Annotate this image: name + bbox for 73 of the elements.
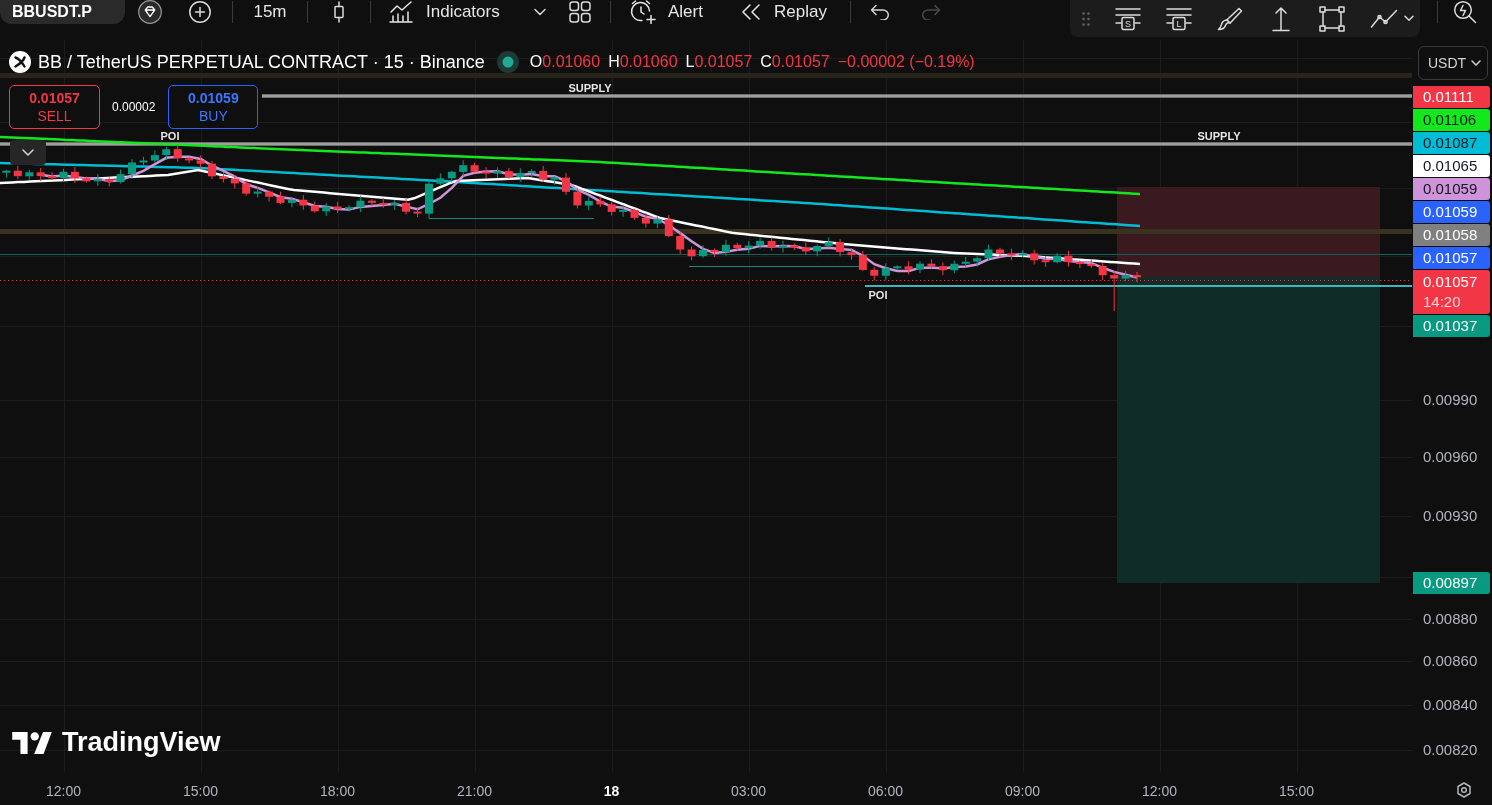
alarm-clock-icon xyxy=(630,0,656,24)
chevron-down-icon xyxy=(22,149,34,156)
price-scale-label: 0.00860 xyxy=(1422,651,1479,671)
price-tag: 0.00897 xyxy=(1413,572,1490,594)
price-scale-label: 0.00880 xyxy=(1422,609,1479,629)
time-label: 12:00 xyxy=(45,782,81,799)
level-line[interactable] xyxy=(0,254,1412,255)
price-tag: 0.01106 xyxy=(1413,109,1490,131)
grid-icon[interactable] xyxy=(569,1,591,23)
brush-icon[interactable] xyxy=(1217,6,1243,31)
chevron-down-icon xyxy=(1471,60,1481,66)
ohlc-value: O0.01060 xyxy=(529,53,601,71)
rewind-icon xyxy=(740,4,762,20)
time-label: 21:00 xyxy=(456,782,492,799)
time-label: 15:00 xyxy=(182,782,218,799)
buy-button[interactable]: 0.01059 BUY xyxy=(168,85,259,129)
chevron-down-icon[interactable] xyxy=(1404,15,1414,22)
countdown-label: 14:20 xyxy=(1423,292,1462,312)
price-tag: 0.01065 xyxy=(1413,155,1490,177)
price-scale-label: 0.00930 xyxy=(1422,506,1479,526)
price-scale-label: 0.00840 xyxy=(1422,695,1479,715)
rectangle-icon[interactable] xyxy=(1319,5,1345,32)
spread-value: 0.00002 xyxy=(112,100,156,114)
search-icon[interactable] xyxy=(1453,0,1477,24)
price-scale-label: 0.00990 xyxy=(1422,390,1479,410)
price-tag: 0.01057 xyxy=(1413,247,1490,269)
indicators-button[interactable]: Indicators xyxy=(389,0,513,24)
replay-button[interactable]: Replay xyxy=(740,0,832,24)
brand-logo-text: TradingView xyxy=(62,727,221,758)
level-band[interactable] xyxy=(0,229,1412,234)
time-label: 09:00 xyxy=(1004,782,1040,799)
settings-icon[interactable] xyxy=(1456,782,1472,798)
ohlc-value: L0.01057 xyxy=(685,53,753,71)
time-label: 18 xyxy=(603,782,620,799)
poi-label: POI xyxy=(160,130,180,142)
supply-line[interactable] xyxy=(0,142,1412,146)
undo-icon[interactable] xyxy=(870,4,890,20)
price-label: 0.01057 xyxy=(1423,272,1479,292)
drag-handle-icon[interactable] xyxy=(1082,11,1090,26)
chevron-down-icon[interactable] xyxy=(534,8,546,16)
price-tag: 0.01059 xyxy=(1413,201,1490,223)
arrow-up-icon[interactable] xyxy=(1272,5,1290,32)
zone-label: SUPPLY xyxy=(1197,130,1241,142)
time-label: 12:00 xyxy=(1141,782,1177,799)
sell-button[interactable]: 0.01057 SELL xyxy=(9,85,100,129)
interval-button[interactable]: 15m xyxy=(249,0,291,24)
status-dot-icon xyxy=(496,51,519,73)
time-label: 03:00 xyxy=(730,782,766,799)
collapse-button[interactable] xyxy=(10,140,46,165)
plus-circle-icon[interactable] xyxy=(189,1,211,23)
currency-dropdown[interactable]: USDT xyxy=(1418,46,1488,80)
symbol-button[interactable]: BBUSDT.P xyxy=(0,0,125,24)
poi-label: POI xyxy=(868,289,888,301)
price-scale-label: 0.00960 xyxy=(1422,447,1479,467)
price-scale-label: 0.00820 xyxy=(1422,740,1479,760)
ohlc-value: C0.01057 xyxy=(760,53,830,71)
logo-mark-icon xyxy=(12,731,52,754)
price-tag: 0.01087 xyxy=(1413,132,1490,154)
candlestick-icon[interactable] xyxy=(332,1,346,23)
price-tag: 0.01058 xyxy=(1413,224,1490,246)
price-tag: 0.01111 xyxy=(1413,86,1490,108)
trend-line-icon[interactable] xyxy=(1370,8,1398,29)
price-change: −0.00002 (−0.19%) xyxy=(837,53,975,71)
time-label: 15:00 xyxy=(1278,782,1314,799)
ohlc-value: H0.01060 xyxy=(608,53,678,71)
price-tag: 0.01059 xyxy=(1413,178,1490,200)
alert-button[interactable]: Alert xyxy=(630,0,712,24)
chart-icon xyxy=(389,1,413,23)
zone-label: SUPPLY xyxy=(568,82,612,94)
time-label: 18:00 xyxy=(319,782,355,799)
symbol-title: BB / TetherUS PERPETUAL CONTRACT · 15 · Binance xyxy=(38,51,485,73)
price-tag: 0.01037 xyxy=(1413,315,1490,337)
time-label: 06:00 xyxy=(867,782,903,799)
